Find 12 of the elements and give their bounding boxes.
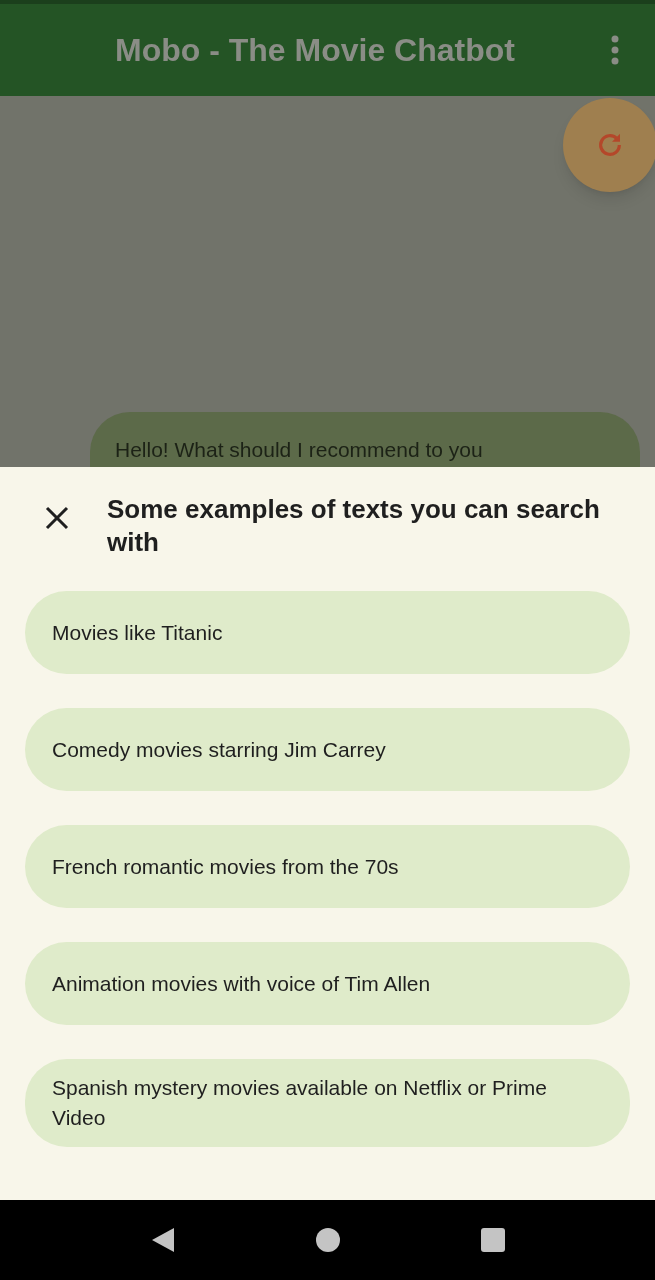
example-chip[interactable]: French romantic movies from the 70s (25, 825, 630, 908)
example-chip[interactable]: Comedy movies starring Jim Carrey (25, 708, 630, 791)
example-chip[interactable]: Animation movies with voice of Tim Allen (25, 942, 630, 1025)
example-chip[interactable]: Spanish mystery movies available on Netflix or Prime Video (25, 1059, 630, 1147)
example-chip[interactable]: Movies like Titanic (25, 591, 630, 674)
more-options-icon[interactable] (610, 35, 620, 65)
sheet-title: Some examples of texts you can search with (107, 493, 601, 559)
home-icon[interactable] (314, 1227, 341, 1253)
app-title: Mobo - The Movie Chatbot (114, 31, 516, 70)
close-icon (45, 506, 69, 530)
recents-icon[interactable] (479, 1227, 506, 1253)
message-bubble: Hello! What should I recommend to you (90, 411, 640, 467)
